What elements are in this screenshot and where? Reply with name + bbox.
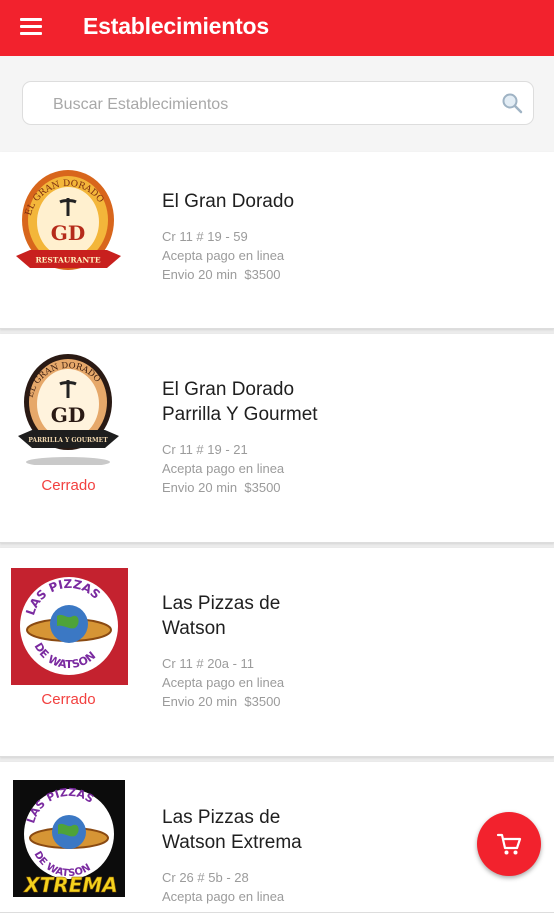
- payment-info: Acepta pago en linea: [162, 675, 285, 690]
- delivery-info: Envio 20 min $3500: [162, 480, 281, 495]
- establishment-address: Cr 11 # 20a - 11: [162, 656, 255, 671]
- establishment-address: Cr 11 # 19 - 59: [162, 229, 248, 244]
- logo-banner-text: XTREMA: [22, 873, 118, 897]
- establishment-card[interactable]: EL GRAN DORADO GD RESTAURANTE El Gran Do…: [0, 152, 554, 329]
- payment-info: Acepta pago en linea: [162, 461, 285, 476]
- establishment-address: Cr 26 # 5b - 28: [162, 870, 249, 885]
- payment-info: Acepta pago en linea: [162, 248, 285, 263]
- establishment-name: Las Pizzas de Watson: [162, 593, 281, 639]
- search-bar: [0, 56, 554, 152]
- page-title: Establecimientos: [83, 13, 269, 39]
- status-label: Cerrado: [41, 691, 96, 708]
- logo-monogram: GD: [51, 221, 85, 245]
- cart-button[interactable]: [477, 812, 541, 876]
- establishment-card[interactable]: EL GRAN DORADO GD PARRILLA Y GOURMET Cer…: [0, 334, 554, 543]
- delivery-info: Envio 20 min $3500: [162, 267, 281, 282]
- establishment-card[interactable]: LAS PIZZAS DE WATSON XTREMA Las Pizzas d…: [0, 762, 554, 913]
- establishment-name: El Gran Dorado Parrilla Y Gourmet: [162, 379, 318, 425]
- cart-icon: [496, 833, 522, 855]
- restaurant-logo: EL GRAN DORADO GD PARRILLA Y GOURMET: [18, 354, 119, 465]
- restaurant-logo: EL GRAN DORADO GD RESTAURANTE: [16, 170, 121, 270]
- app-bar: Establecimientos: [0, 0, 554, 56]
- payment-info: Acepta pago en linea: [162, 889, 285, 904]
- establishment-name: El Gran Dorado: [162, 191, 295, 212]
- logo-monogram: GD: [51, 403, 85, 427]
- status-label: Cerrado: [41, 477, 96, 494]
- restaurant-logo: LAS PIZZAS DE WATSON: [11, 568, 128, 685]
- logo-ribbon-text: RESTAURANTE: [35, 256, 100, 265]
- establishment-name: Las Pizzas de Watson Extrema: [162, 807, 302, 853]
- establishment-card[interactable]: LAS PIZZAS DE WATSON Cerrado Las Pizzas …: [0, 548, 554, 757]
- search-box[interactable]: [22, 81, 534, 125]
- menu-icon[interactable]: [18, 14, 44, 42]
- establishment-address: Cr 11 # 19 - 21: [162, 442, 248, 457]
- logo-ribbon-text: PARRILLA Y GOURMET: [28, 437, 108, 444]
- search-icon[interactable]: [501, 92, 523, 114]
- restaurant-logo: LAS PIZZAS DE WATSON XTREMA: [13, 780, 125, 897]
- search-input[interactable]: [51, 92, 495, 118]
- delivery-info: Envio 20 min $3500: [162, 694, 281, 709]
